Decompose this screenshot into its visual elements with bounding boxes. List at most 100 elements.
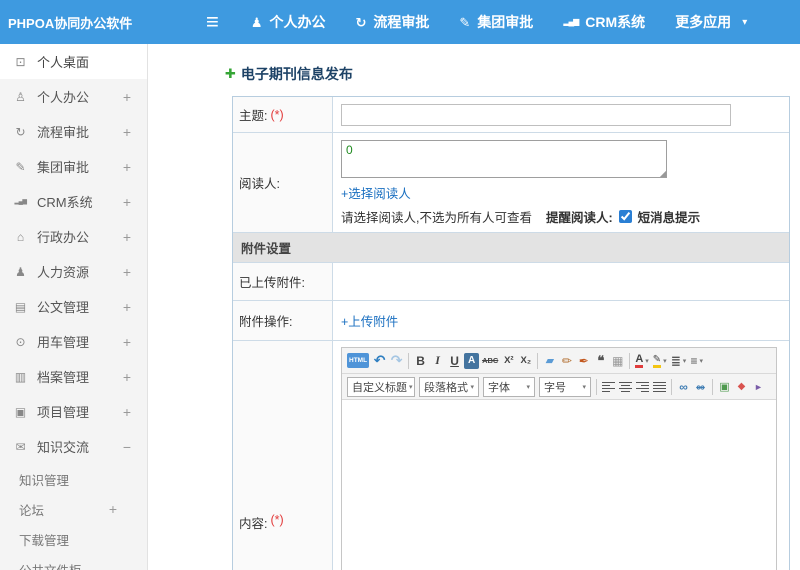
ordered-list-icon[interactable]: ≣ ▾ bbox=[670, 351, 688, 371]
upload-attachment-link[interactable]: +上传附件 bbox=[341, 311, 398, 330]
expand-icon[interactable]: + bbox=[122, 229, 132, 245]
chat-icon: ✉ bbox=[15, 439, 26, 454]
sms-remind-checkbox[interactable] bbox=[618, 210, 632, 223]
page-title: 电子期刊信息发布 bbox=[240, 66, 353, 82]
resize-grip-icon[interactable]: ◢ bbox=[660, 170, 666, 178]
sidebar-item-group-approval[interactable]: ✎ 集团审批 + bbox=[0, 149, 147, 184]
emoticon-icon[interactable]: ▦ bbox=[610, 351, 625, 371]
superscript-icon[interactable]: X² bbox=[501, 351, 516, 371]
toolbar-separator bbox=[408, 352, 410, 369]
image-icon[interactable]: ▣ bbox=[717, 377, 732, 397]
readers-label-text: 阅读人: bbox=[239, 177, 280, 191]
uploaded-attachments-value bbox=[333, 263, 789, 300]
redo-icon[interactable]: ↷ bbox=[389, 351, 404, 371]
nav-personal-office[interactable]: ♟ 个人办公 bbox=[251, 12, 326, 32]
font-style-icon[interactable]: A bbox=[464, 352, 480, 369]
uploaded-attachments-label-text: 已上传附件: bbox=[239, 276, 305, 290]
expand-icon[interactable]: + bbox=[122, 334, 132, 350]
sidebar-subitem-public-cabinet[interactable]: 公共文件柜 bbox=[0, 554, 147, 570]
sidebar-item-vehicle-mgmt[interactable]: ⊙ 用车管理 + bbox=[0, 324, 147, 359]
sidebar-item-document-mgmt[interactable]: ▤ 公文管理 + bbox=[0, 289, 147, 324]
italic-icon[interactable]: I bbox=[430, 351, 445, 371]
strikethrough-icon[interactable]: ABC bbox=[481, 351, 499, 371]
expand-icon[interactable]: + bbox=[122, 124, 132, 140]
link-icon-glyph: ∞ bbox=[679, 379, 688, 394]
sidebar-item-knowledge-exchange[interactable]: ✉ 知识交流 − bbox=[0, 429, 147, 464]
font-color-icon[interactable]: A ▾ bbox=[634, 351, 649, 371]
sidebar-item-admin-office[interactable]: ⌂ 行政办公 + bbox=[0, 219, 147, 254]
expand-icon[interactable]: + bbox=[122, 194, 132, 210]
redo-icon-glyph: ↷ bbox=[390, 352, 403, 368]
unlink-icon[interactable]: ∞ bbox=[693, 377, 708, 397]
fill-color-icon[interactable]: ✒ bbox=[576, 351, 591, 371]
fill-color-icon-glyph: ✒ bbox=[578, 353, 589, 368]
flash-icon-glyph: ◆ bbox=[737, 381, 746, 392]
nav-crm-system[interactable]: ▂▄▆ CRM系统 bbox=[563, 12, 645, 32]
content-label-text: 内容: bbox=[239, 517, 268, 531]
collapse-icon[interactable]: − bbox=[122, 439, 132, 455]
align-center-icon[interactable] bbox=[618, 377, 633, 397]
editor-content-area[interactable] bbox=[342, 400, 776, 570]
sidebar-item-crm-system[interactable]: ▂▄▆ CRM系统 + bbox=[0, 184, 147, 219]
align-left-icon[interactable] bbox=[601, 377, 616, 397]
expand-icon[interactable]: + bbox=[108, 501, 118, 517]
readers-label: 阅读人: bbox=[233, 133, 333, 232]
sidebar-item-archive-mgmt[interactable]: ▥ 档案管理 + bbox=[0, 359, 147, 394]
expand-icon[interactable]: + bbox=[122, 369, 132, 385]
expand-icon[interactable]: + bbox=[122, 404, 132, 420]
readers-textarea[interactable]: 0 ◢ bbox=[341, 140, 667, 178]
font-family-select[interactable]: 字体 ▾ bbox=[483, 376, 535, 397]
sidebar-subitem-forum[interactable]: 论坛 + bbox=[0, 494, 147, 524]
sidebar-subitem-knowledge-mgmt[interactable]: 知识管理 bbox=[0, 464, 147, 494]
heading-select[interactable]: 自定义标题 ▾ bbox=[347, 376, 415, 397]
chevron-down-icon[interactable]: ▾ bbox=[742, 17, 747, 28]
align-justify-icon-glyph bbox=[653, 381, 666, 392]
align-right-icon[interactable] bbox=[635, 377, 650, 397]
sidebar-item-personal-desktop[interactable]: ⊡ 个人桌面 bbox=[0, 44, 147, 79]
bold-icon[interactable]: B bbox=[413, 351, 428, 371]
paragraph-format-select[interactable]: 段落格式 ▾ bbox=[419, 376, 479, 397]
subscript-icon[interactable]: X₂ bbox=[518, 351, 533, 371]
media-icon[interactable]: ► bbox=[751, 377, 766, 397]
expand-icon[interactable]: + bbox=[122, 89, 132, 105]
sidebar-item-project-mgmt[interactable]: ▣ 项目管理 + bbox=[0, 394, 147, 429]
highlight-color-icon[interactable]: ✎ ▾ bbox=[652, 351, 668, 371]
format-painter-icon[interactable]: ✏ bbox=[559, 351, 574, 371]
form-row-readers: 阅读人: 0 ◢ +选择阅读人 请选择阅读人,不选为所有人可查看 提醒阅读人: … bbox=[233, 133, 789, 233]
chevron-down-icon: ▾ bbox=[582, 383, 586, 391]
sidebar-item-workflow-approval[interactable]: ↻ 流程审批 + bbox=[0, 114, 147, 149]
sidebar-item-hr[interactable]: ♟ 人力资源 + bbox=[0, 254, 147, 289]
undo-icon-glyph: ↶ bbox=[373, 352, 386, 368]
link-icon[interactable]: ∞ bbox=[676, 377, 691, 397]
building-icon: ⌂ bbox=[16, 229, 25, 244]
toolbar-separator bbox=[712, 378, 713, 395]
blockquote-icon[interactable]: ❝ bbox=[593, 351, 608, 371]
person-icon: ♟ bbox=[250, 14, 263, 30]
expand-icon[interactable]: + bbox=[122, 159, 132, 175]
sidebar-subitem-download-mgmt[interactable]: 下载管理 bbox=[0, 524, 147, 554]
font-color-icon-glyph: A bbox=[635, 353, 644, 368]
flash-icon[interactable]: ◆ bbox=[734, 377, 749, 397]
workflow-icon: ↻ bbox=[355, 14, 367, 30]
workflow-icon: ↻ bbox=[15, 124, 26, 139]
sidebar-subitem-public-cabinet-label: 公共文件柜 bbox=[19, 560, 108, 570]
undo-icon[interactable]: ↶ bbox=[372, 351, 387, 371]
attachment-actions-cell: +上传附件 bbox=[333, 301, 789, 340]
nav-workflow-approval[interactable]: ↻ 流程审批 bbox=[356, 12, 430, 32]
menu-toggle-icon[interactable]: ≡ bbox=[206, 11, 219, 33]
select-readers-link[interactable]: +选择阅读人 bbox=[341, 183, 411, 202]
form-row-attachment-actions: 附件操作: +上传附件 bbox=[233, 301, 789, 341]
underline-icon[interactable]: U bbox=[447, 351, 462, 371]
nav-more-apps[interactable]: 更多应用 ▾ bbox=[675, 12, 747, 32]
bold-icon-glyph: B bbox=[416, 353, 425, 368]
html-source-icon[interactable]: HTML bbox=[347, 353, 370, 368]
remove-format-icon[interactable]: ▰ bbox=[542, 351, 557, 371]
align-justify-icon[interactable] bbox=[652, 377, 667, 397]
sidebar-item-personal-office[interactable]: ♙ 个人办公 + bbox=[0, 79, 147, 114]
unordered-list-icon[interactable]: ≡ ▾ bbox=[689, 351, 704, 371]
font-size-select[interactable]: 字号 ▾ bbox=[539, 376, 591, 397]
nav-group-approval[interactable]: ✎ 集团审批 bbox=[459, 12, 533, 32]
expand-icon[interactable]: + bbox=[122, 299, 132, 315]
subject-input[interactable] bbox=[341, 103, 731, 126]
expand-icon[interactable]: + bbox=[122, 264, 132, 280]
